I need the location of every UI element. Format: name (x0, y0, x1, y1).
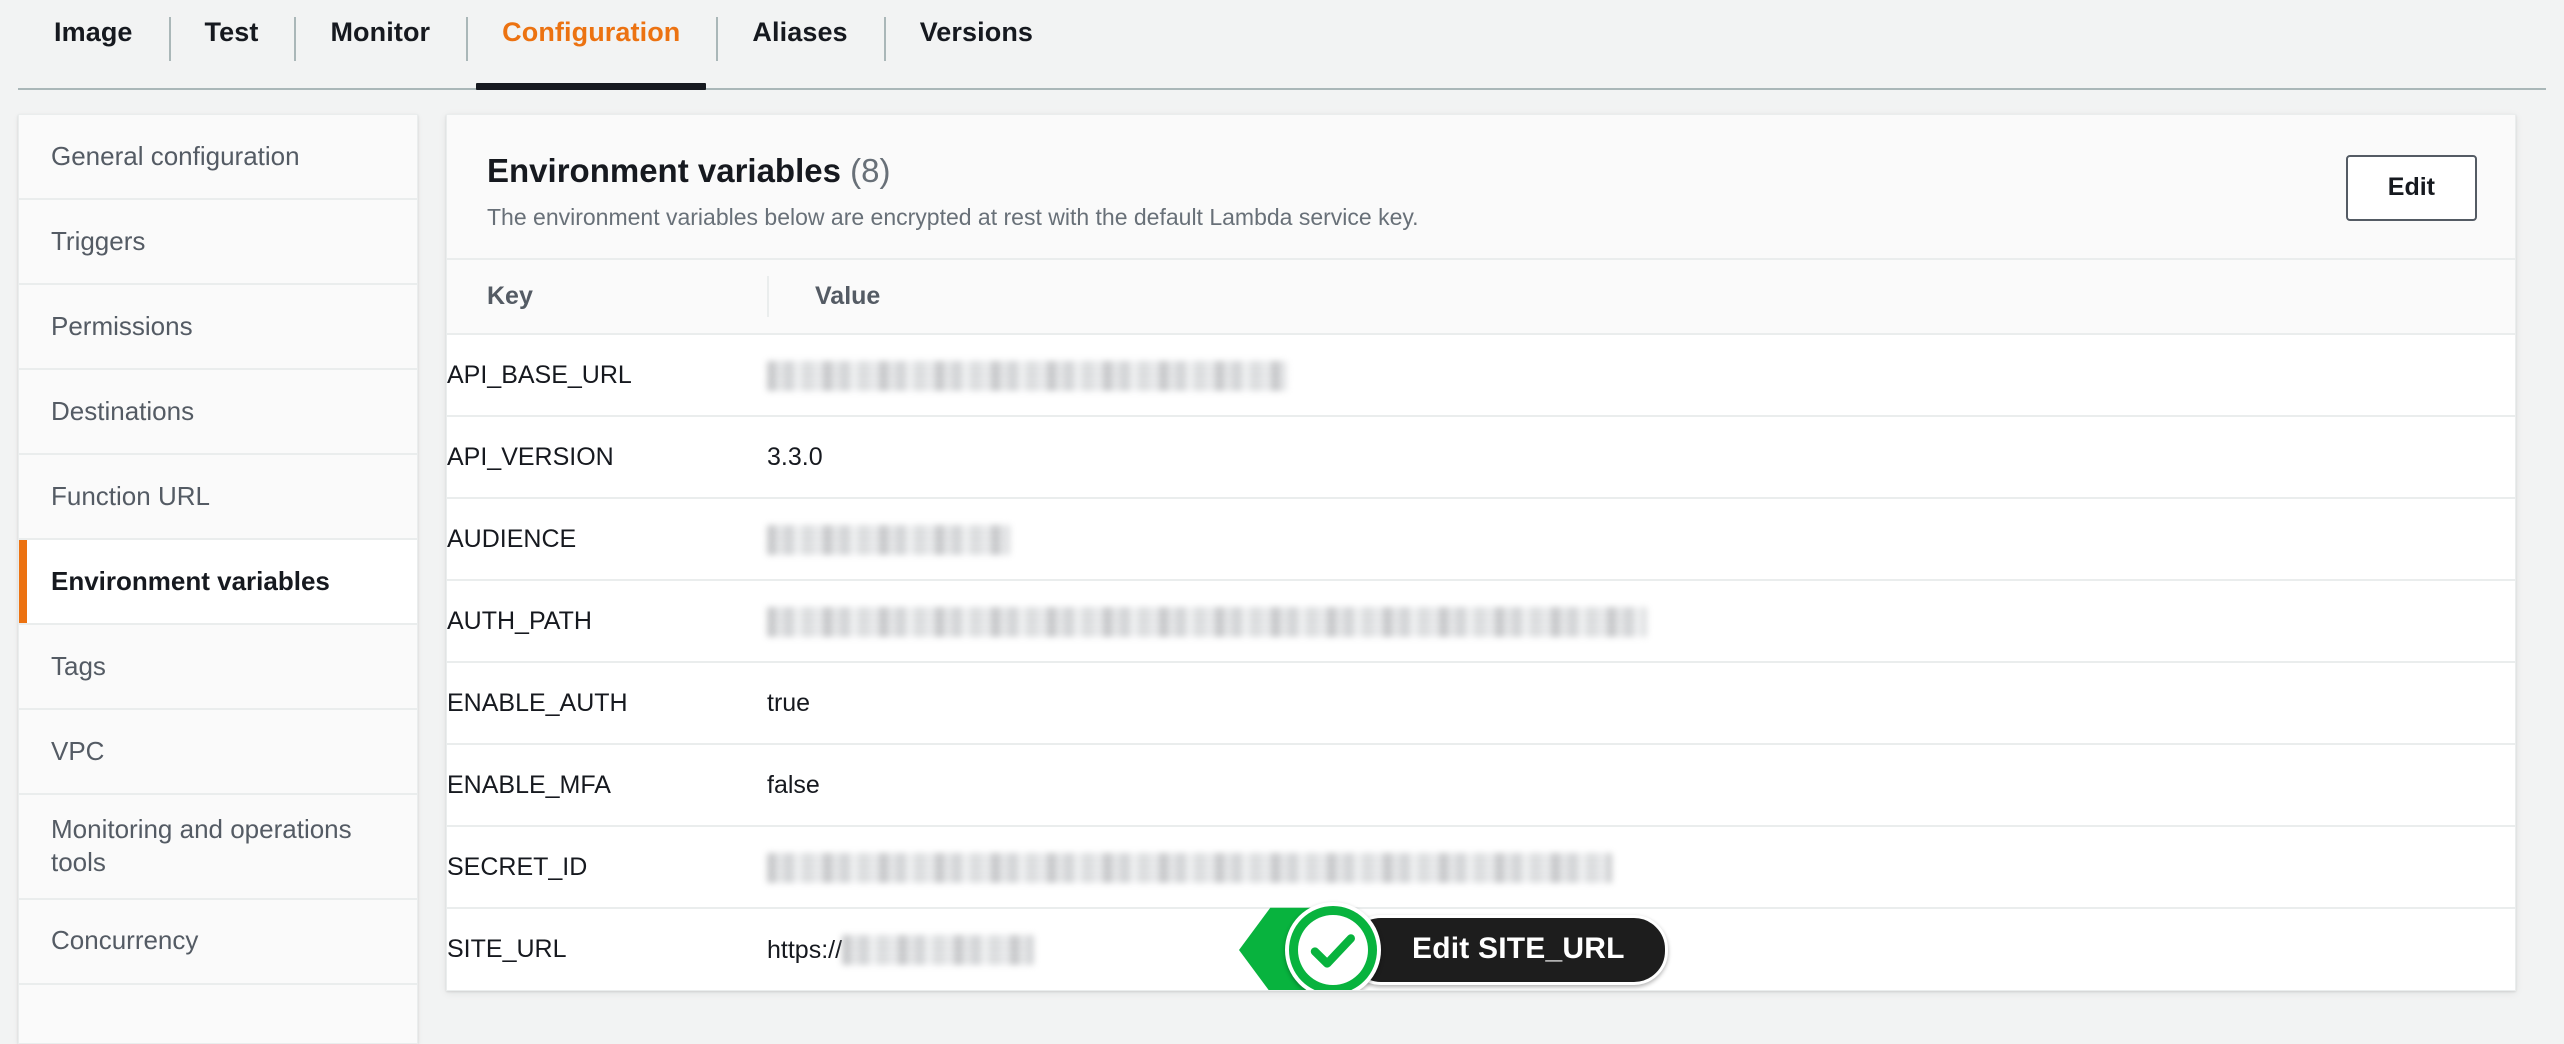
tab-monitor[interactable]: Monitor (294, 0, 466, 90)
sidebar-item-label: Tags (51, 650, 106, 681)
value-url-prefix: https:// (767, 935, 843, 964)
cell-key: AUTH_PATH (447, 580, 767, 664)
tab-label: Aliases (752, 16, 848, 47)
sidebar-item-truncated[interactable] (19, 984, 417, 1043)
panel-header: Environment variables (8) The environmen… (447, 115, 2515, 259)
configuration-sidebar: General configuration Triggers Permissio… (18, 114, 418, 1044)
sidebar-item-label: Destinations (51, 395, 195, 426)
tab-label: Versions (919, 16, 1034, 47)
sidebar-item-function-url[interactable]: Function URL (19, 455, 417, 540)
column-header-key: Key (447, 258, 767, 336)
panel-title-count: (8) (850, 152, 891, 189)
column-header-value: Value (767, 258, 2515, 336)
edit-button[interactable]: Edit (2345, 155, 2477, 221)
cell-value: https:// Edit SITE_URL (767, 901, 2515, 991)
cell-key: API_BASE_URL (447, 334, 767, 418)
cell-key: ENABLE_AUTH (447, 662, 767, 746)
cell-key: SITE_URL (447, 935, 567, 964)
table-body: API_BASE_URL API_VERSION 3.3.0 AUDIENCE (447, 334, 2515, 991)
table-row[interactable]: AUDIENCE (447, 498, 2515, 582)
panel-description: The environment variables below are encr… (487, 203, 1419, 230)
table-row[interactable]: SECRET_ID (447, 826, 2515, 910)
tab-test[interactable]: Test (168, 0, 295, 90)
sidebar-item-tags[interactable]: Tags (19, 625, 417, 710)
table-head: Key Value (447, 258, 2515, 336)
panel-header-text: Environment variables (8) The environmen… (487, 151, 1419, 232)
cell-value (767, 334, 2515, 418)
sidebar-item-label: Function URL (51, 480, 210, 511)
sidebar-item-label: Concurrency (51, 925, 199, 956)
tab-label: Monitor (330, 16, 431, 47)
redacted-value (842, 935, 1035, 966)
tab-aliases[interactable]: Aliases (716, 0, 883, 90)
action-callout: Edit SITE_URL (1239, 901, 1668, 991)
sidebar-item-label: VPC (51, 735, 105, 766)
environment-variables-table: Key Value API_BASE_URL API_VERSION 3.3.0… (447, 258, 2515, 991)
cell-value: false (767, 744, 2515, 828)
sidebar-item-destinations[interactable]: Destinations (19, 370, 417, 455)
cell-key: SECRET_ID (447, 826, 767, 910)
sidebar-item-monitoring-and-operations-tools[interactable]: Monitoring and operations tools (19, 795, 417, 900)
tab-label: Configuration (502, 16, 681, 47)
tab-bar: Image Test Monitor Configuration Aliases… (0, 0, 2564, 90)
cell-key: AUDIENCE (447, 498, 767, 582)
cell-key: ENABLE_MFA (447, 744, 767, 828)
page-layout: General configuration Triggers Permissio… (0, 90, 2564, 1044)
table-row[interactable]: API_BASE_URL (447, 334, 2515, 418)
sidebar-item-permissions[interactable]: Permissions (19, 285, 417, 370)
cell-key: API_VERSION (447, 416, 767, 500)
sidebar-item-label: Triggers (51, 225, 146, 256)
cell-value (767, 826, 2515, 910)
sidebar-item-triggers[interactable]: Triggers (19, 200, 417, 285)
check-circle-icon (1285, 901, 1381, 991)
table-row-site-url[interactable]: SITE_URL https:// Edit SITE_URL (447, 901, 2515, 991)
cell-value (767, 580, 2515, 664)
sidebar-item-label: Environment variables (51, 565, 330, 596)
tab-configuration[interactable]: Configuration (466, 0, 716, 90)
panel-title-text: Environment variables (487, 152, 841, 189)
tab-label: Image (54, 16, 133, 47)
redacted-value (767, 360, 1287, 391)
tab-image[interactable]: Image (18, 0, 169, 90)
table-row[interactable]: AUTH_PATH (447, 580, 2515, 664)
callout-label: Edit SITE_URL (1347, 914, 1668, 985)
tab-divider (716, 17, 719, 61)
tab-divider (883, 17, 886, 61)
environment-variables-panel: Environment variables (8) The environmen… (446, 114, 2516, 992)
tab-divider (294, 17, 297, 61)
table-row[interactable]: API_VERSION 3.3.0 (447, 416, 2515, 500)
redacted-value (767, 606, 1647, 637)
cell-value (767, 498, 2515, 582)
check-inner-ring (1298, 914, 1368, 985)
sidebar-item-vpc[interactable]: VPC (19, 710, 417, 795)
sidebar-item-label: General configuration (51, 140, 300, 171)
redacted-value (767, 852, 1612, 883)
redacted-value (767, 524, 1010, 555)
tab-divider (466, 17, 469, 61)
sidebar-item-label: Monitoring and operations tools (51, 814, 352, 878)
cell-value: true (767, 662, 2515, 746)
sidebar-item-concurrency[interactable]: Concurrency (19, 899, 417, 985)
table-row[interactable]: ENABLE_MFA false (447, 744, 2515, 828)
tab-divider (168, 17, 171, 61)
table-header-row: Key Value (447, 258, 2515, 336)
sidebar-item-environment-variables[interactable]: Environment variables (19, 540, 417, 625)
sidebar-item-general-configuration[interactable]: General configuration (19, 115, 417, 200)
cell-value: 3.3.0 (767, 416, 2515, 500)
sidebar-item-label: Permissions (51, 310, 193, 341)
page-title: Environment variables (8) (487, 151, 1419, 191)
callout-arrow-icon (1239, 907, 1331, 991)
tab-label: Test (204, 16, 259, 47)
table-row[interactable]: ENABLE_AUTH true (447, 662, 2515, 746)
tab-versions[interactable]: Versions (883, 0, 1069, 90)
